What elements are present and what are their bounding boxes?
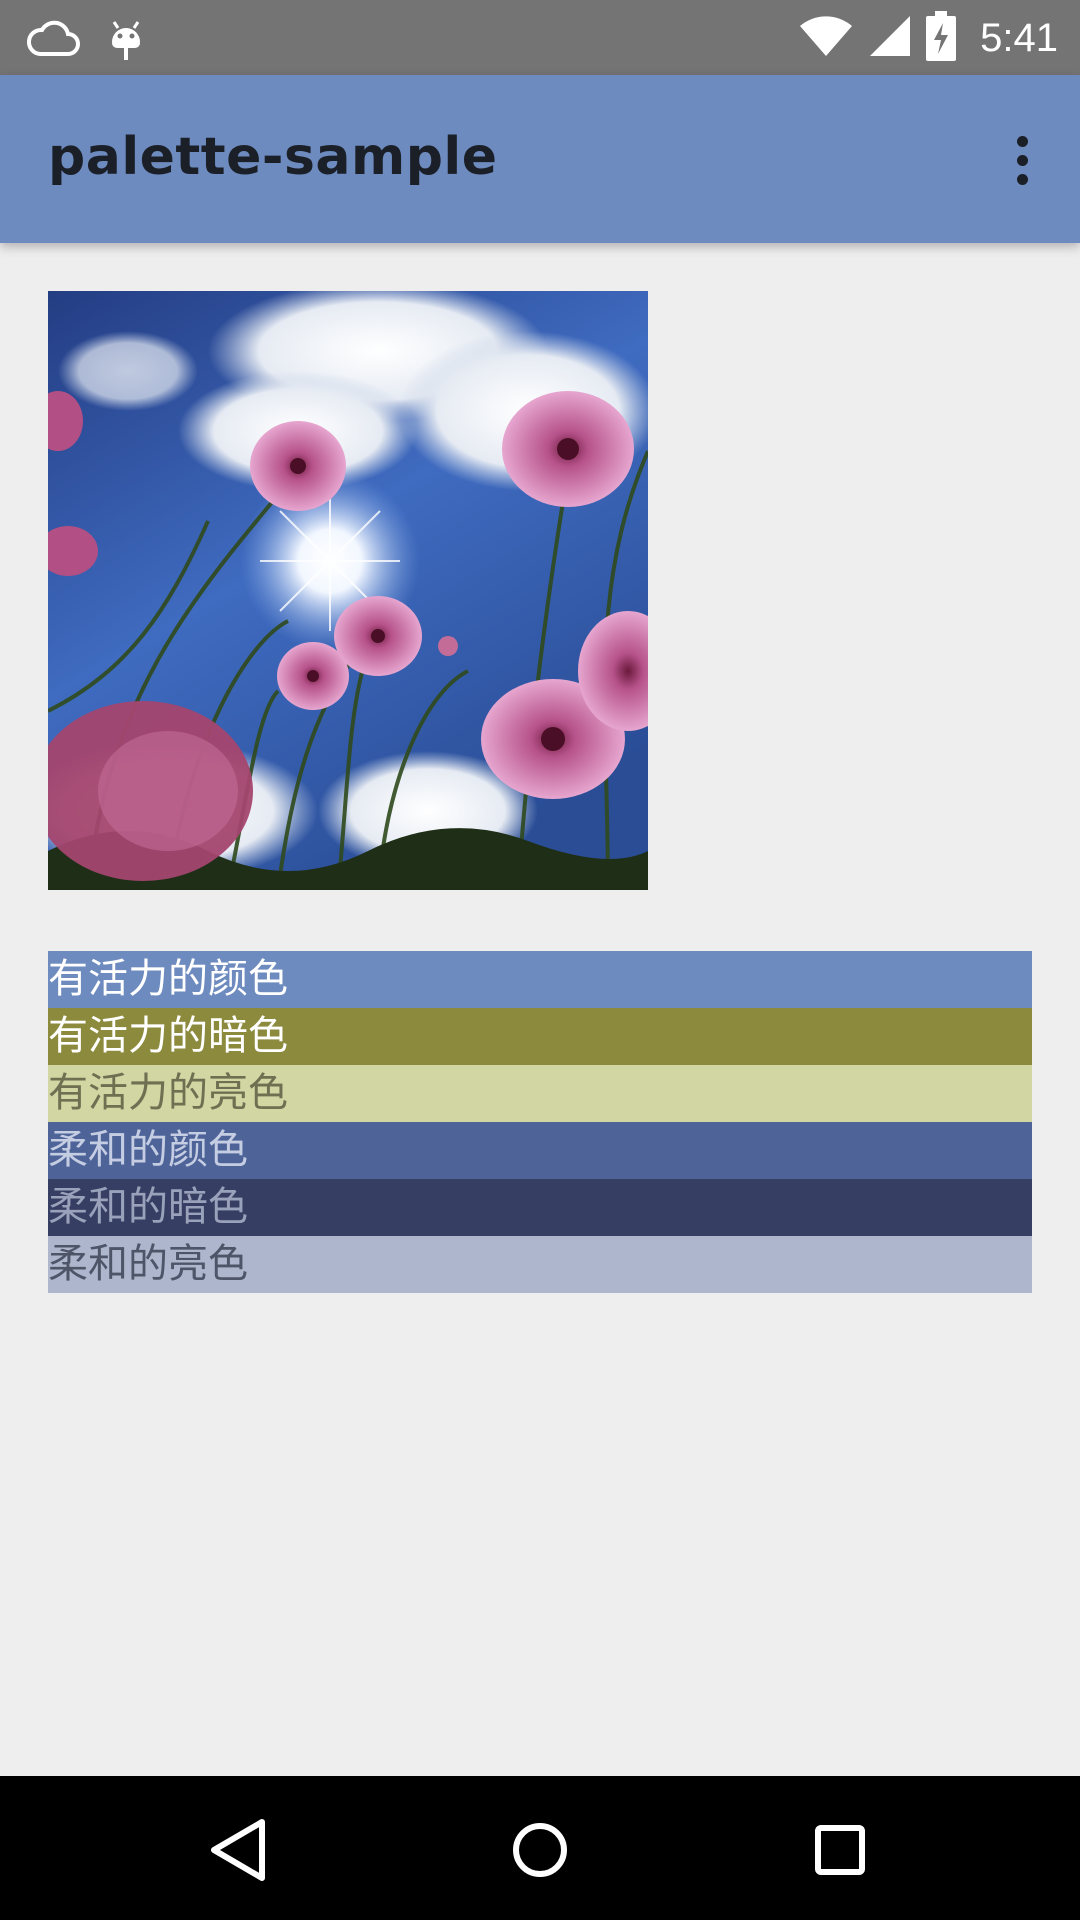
app-title: palette-sample [48,127,498,187]
navigation-bar [0,1776,1080,1920]
cloud-icon [26,16,80,64]
battery-charging-icon [926,11,957,65]
status-bar: 5:41 [0,0,1080,75]
swatch-muted-dark: 柔和的暗色 [48,1179,1032,1236]
swatch-muted-light: 柔和的亮色 [48,1236,1032,1293]
swatch-vibrant-dark: 有活力的暗色 [48,1008,1032,1065]
flower-photo [48,291,648,890]
wifi-icon [798,14,854,62]
swatch-vibrant-light: 有活力的亮色 [48,1065,1032,1122]
recents-icon[interactable] [800,1816,880,1884]
palette-swatch-list: 有活力的颜色 有活力的暗色 有活力的亮色 柔和的颜色 柔和的暗色 柔和的亮色 [48,951,1032,1293]
app-bar: palette-sample [0,75,1080,243]
signal-icon [868,14,912,62]
swatch-vibrant: 有活力的颜色 [48,951,1032,1008]
home-icon[interactable] [500,1816,580,1884]
swatch-muted: 柔和的颜色 [48,1122,1032,1179]
more-vertical-icon[interactable] [994,125,1050,195]
back-icon[interactable] [200,1816,280,1884]
clock: 5:41 [980,16,1058,60]
android-debug-icon [108,14,144,66]
